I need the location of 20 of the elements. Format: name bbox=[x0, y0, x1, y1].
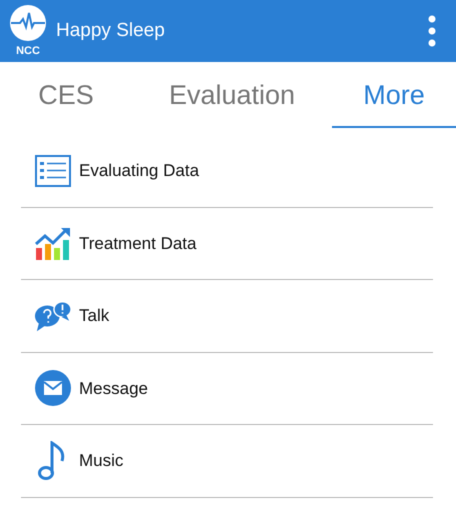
tab[interactable]: Evaluation bbox=[132, 62, 332, 128]
item-label: Talk bbox=[79, 305, 110, 327]
item-label: Evaluating Data bbox=[79, 160, 200, 182]
envelope-icon bbox=[35, 370, 71, 406]
app-title: Happy Sleep bbox=[56, 18, 165, 43]
menu-item[interactable]: Music bbox=[21, 425, 433, 498]
bar-chart-icon bbox=[35, 226, 71, 260]
overflow-menu-icon[interactable] bbox=[428, 15, 436, 47]
heartbeat-logo-icon bbox=[8, 5, 48, 41]
tab[interactable]: CES bbox=[0, 62, 132, 128]
logo-text: NCC bbox=[16, 46, 40, 57]
list-icon bbox=[35, 154, 71, 187]
item-label: Music bbox=[79, 450, 124, 472]
menu-item[interactable]: Message bbox=[21, 352, 433, 425]
item-label: Treatment Data bbox=[79, 232, 196, 254]
menu-item[interactable]: Treatment Data bbox=[21, 208, 433, 280]
menu-item[interactable]: Evaluating Data bbox=[21, 135, 433, 208]
item-label: Message bbox=[79, 378, 148, 400]
menu-item[interactable]: Talk bbox=[21, 280, 433, 352]
tab[interactable]: More bbox=[332, 62, 456, 128]
